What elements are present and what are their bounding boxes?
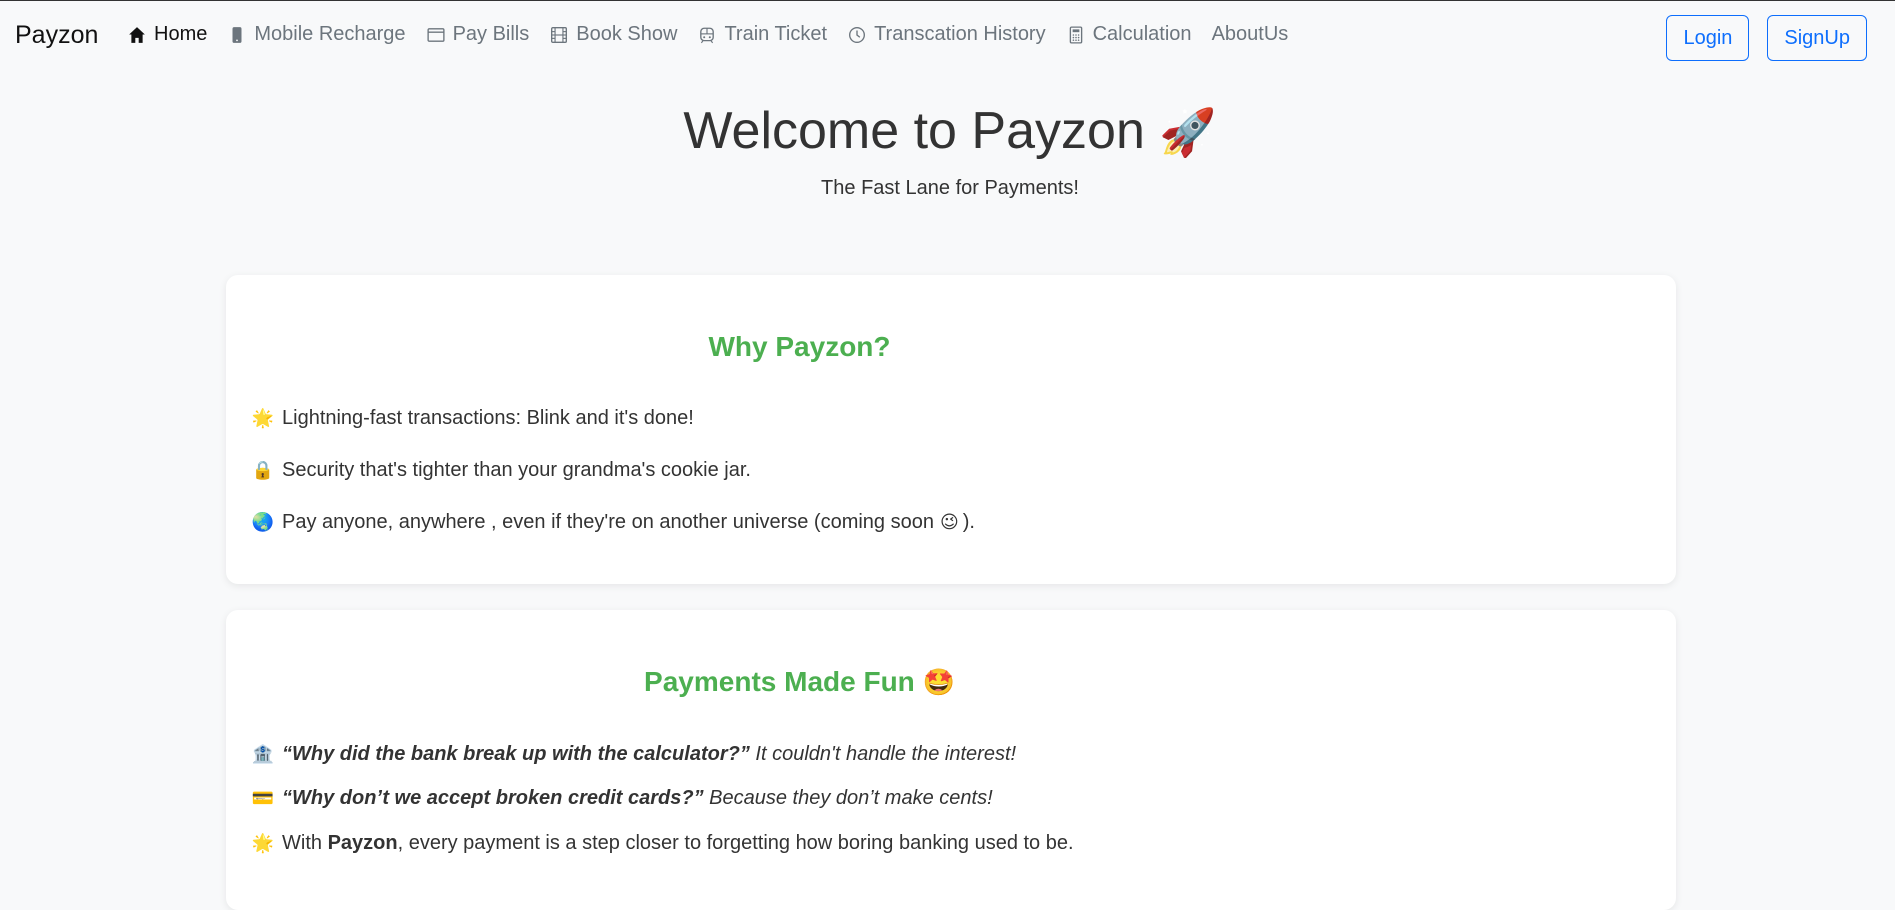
nav-calculation-label: Calculation	[1092, 23, 1192, 45]
nav-pay-bills[interactable]: Pay Bills	[426, 23, 530, 46]
nav-links: Home Mobile Recharge Pay Bills Book Show…	[127, 23, 1308, 46]
film-icon	[549, 25, 569, 45]
navbar: Payzon Home Mobile Recharge Pay Bills Bo…	[0, 1, 1895, 73]
nav-mobile-recharge-label: Mobile Recharge	[254, 23, 406, 45]
star-struck-icon: 🤩	[922, 667, 955, 697]
window-icon	[426, 25, 446, 45]
feature-text: Lightning-fast transactions: Blink and i…	[282, 407, 694, 429]
globe-icon: 🌏	[251, 512, 275, 532]
nav-book-show-label: Book Show	[576, 23, 678, 45]
why-payzon-card: Why Payzon? 🌟 Lightning-fast transaction…	[226, 275, 1676, 584]
signup-button[interactable]: SignUp	[1767, 15, 1867, 61]
nav-home-label: Home	[154, 23, 208, 45]
home-icon	[127, 25, 147, 45]
payments-fun-heading-text: Payments Made Fun	[644, 666, 915, 697]
calculator-icon	[1066, 25, 1086, 45]
joke-text: “Why don’t we accept broken credit cards…	[282, 787, 993, 810]
nav-mobile-recharge[interactable]: Mobile Recharge	[227, 23, 406, 46]
hero-title-text: Welcome to Payzon	[683, 102, 1145, 160]
lock-icon: 🔒	[251, 460, 275, 480]
brand-logo[interactable]: Payzon	[15, 21, 98, 50]
closing-pre: With	[282, 832, 322, 854]
joke-question: “Why did the bank break up with the calc…	[282, 743, 750, 765]
nav-transaction-history[interactable]: Transcation History	[847, 23, 1046, 46]
why-payzon-heading: Why Payzon?	[708, 331, 891, 362]
joke-text: “Why did the bank break up with the calc…	[282, 743, 1016, 766]
mobile-icon	[227, 25, 247, 45]
joke-item: 🏦 “Why did the bank break up with the ca…	[252, 743, 1016, 766]
credit-card-icon: 💳	[251, 788, 275, 808]
feature-item: 🔒 Security that's tighter than your gran…	[252, 459, 751, 482]
joke-item: 🌟 With Payzon, every payment is a step c…	[252, 832, 1074, 855]
clock-icon	[847, 25, 867, 45]
nav-home[interactable]: Home	[127, 23, 207, 46]
payments-fun-heading: Payments Made Fun 🤩	[226, 666, 1373, 698]
hero-subtitle: The Fast Lane for Payments!	[821, 177, 1079, 199]
payments-fun-card: Payments Made Fun 🤩 🏦 “Why did the bank …	[226, 610, 1676, 910]
feature-item: 🌟 Lightning-fast transactions: Blink and…	[252, 407, 694, 430]
closing-post: , every payment is a step closer to forg…	[397, 832, 1074, 854]
joke-answer: It couldn't handle the interest!	[755, 743, 1017, 765]
feature-text-suffix: ).	[962, 511, 975, 533]
joke-answer: Because they don’t make cents!	[709, 787, 993, 809]
feature-text: Security that's tighter than your grandm…	[282, 459, 751, 481]
train-icon	[697, 25, 717, 45]
nav-train-ticket-label: Train Ticket	[724, 23, 828, 45]
hero-title: Welcome to Payzon 🚀	[0, 101, 1895, 161]
feature-text: Pay anyone, anywhere , even if they're o…	[282, 511, 934, 533]
closing-brand: Payzon	[327, 832, 398, 854]
nav-book-show[interactable]: Book Show	[549, 23, 677, 46]
auth-buttons: Login SignUp	[1666, 15, 1867, 61]
closing-text: With Payzon, every payment is a step clo…	[282, 832, 1074, 855]
wink-icon: 😉	[939, 512, 959, 532]
nav-about-us-label: AboutUs	[1211, 23, 1289, 45]
rocket-icon: 🚀	[1159, 106, 1217, 158]
login-button[interactable]: Login	[1666, 15, 1750, 61]
star-icon: 🌟	[251, 833, 275, 853]
bank-icon: 🏦	[251, 744, 275, 764]
nav-transaction-history-label: Transcation History	[874, 23, 1046, 45]
joke-item: 💳 “Why don’t we accept broken credit car…	[252, 787, 993, 810]
star-icon: 🌟	[251, 408, 275, 428]
nav-pay-bills-label: Pay Bills	[452, 23, 530, 45]
nav-about-us[interactable]: AboutUs	[1212, 23, 1289, 46]
feature-item: 🌏 Pay anyone, anywhere , even if they're…	[252, 511, 975, 534]
joke-question: “Why don’t we accept broken credit cards…	[282, 787, 704, 809]
nav-calculation[interactable]: Calculation	[1066, 23, 1192, 46]
nav-train-ticket[interactable]: Train Ticket	[697, 23, 827, 46]
